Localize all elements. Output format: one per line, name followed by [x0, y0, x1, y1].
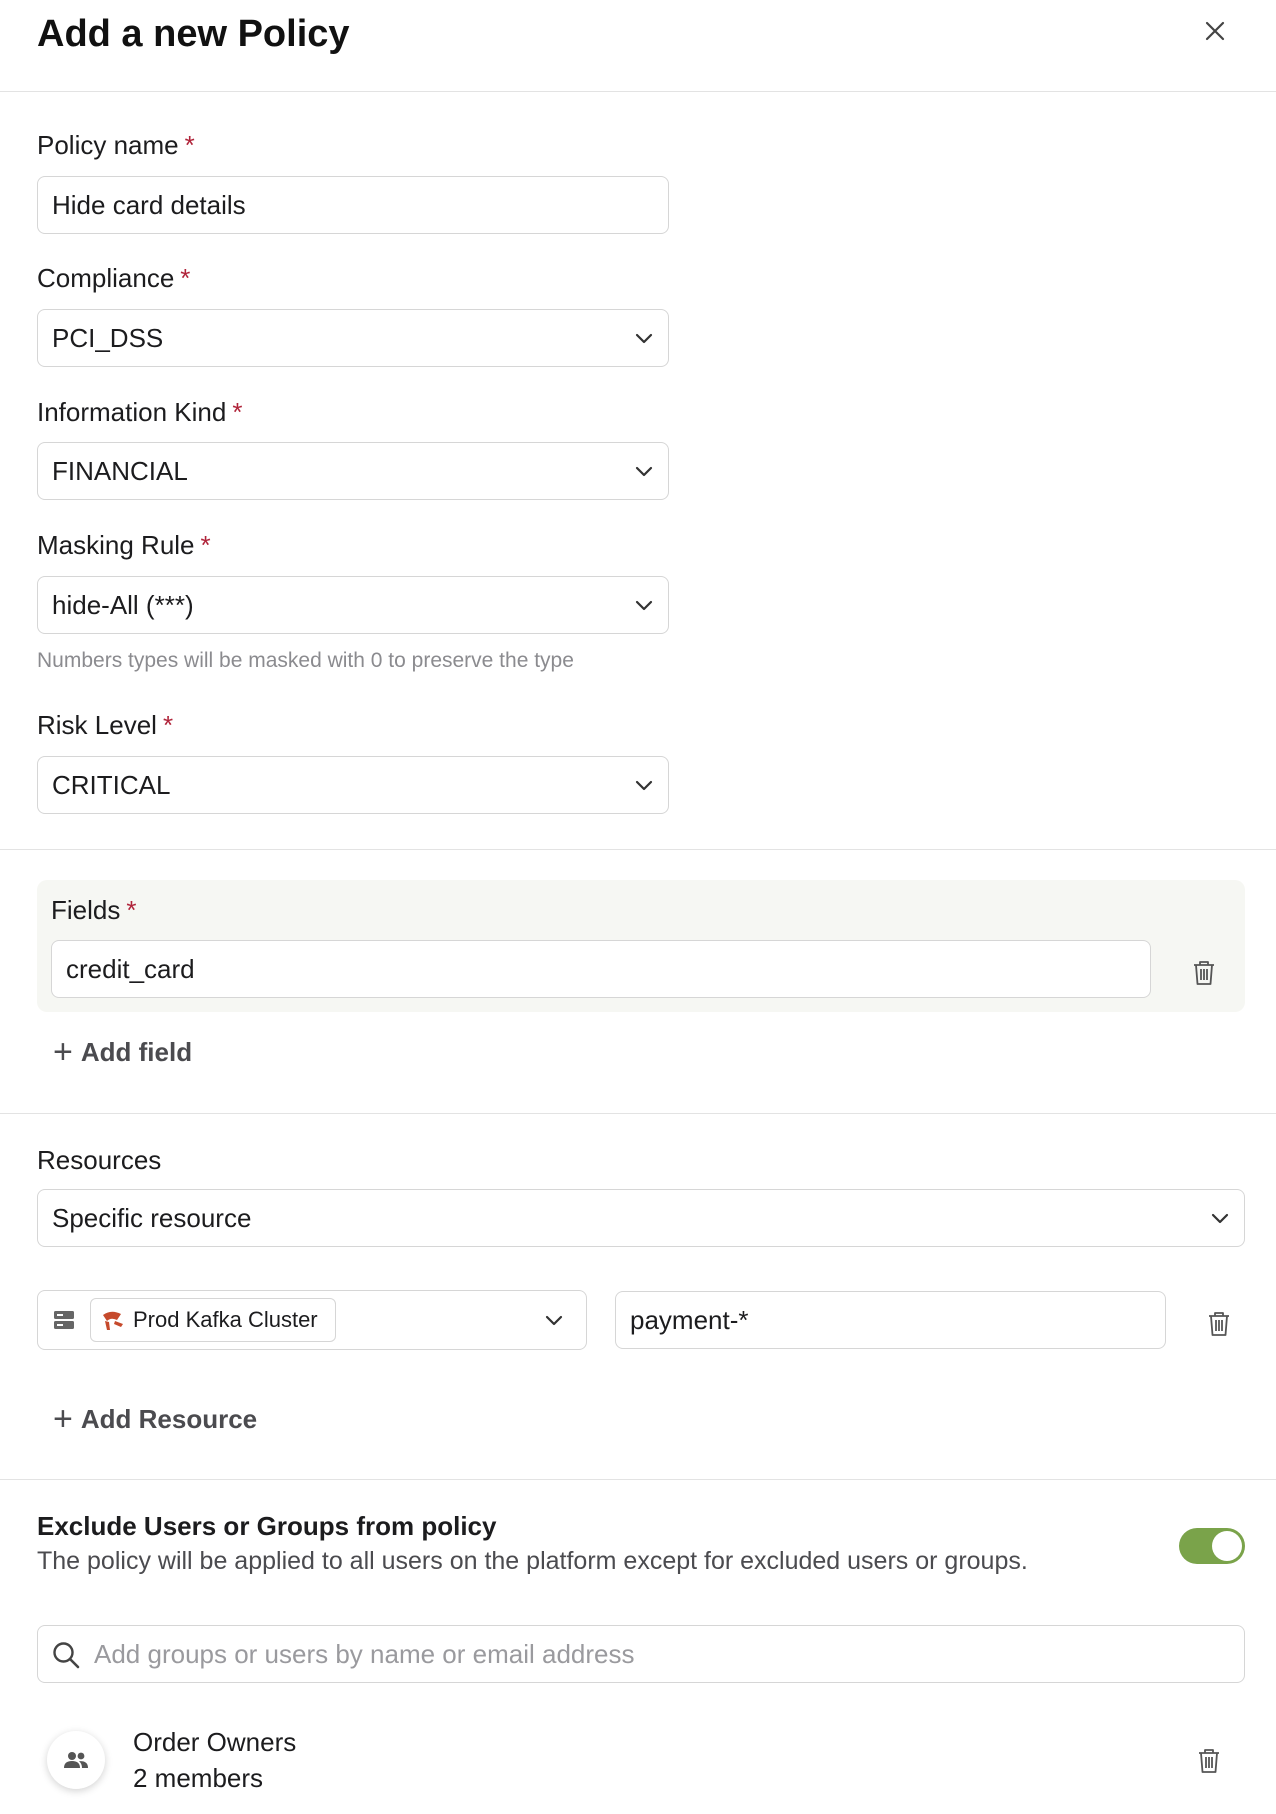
section-divider [0, 1113, 1276, 1114]
policy-name-input[interactable]: Hide card details [37, 176, 669, 234]
exclude-title: Exclude Users or Groups from policy [37, 1511, 497, 1541]
compliance-select[interactable]: PCI_DSS [37, 309, 669, 367]
trash-icon [1199, 1749, 1219, 1773]
resource-scope-select[interactable]: Specific resource [37, 1189, 1245, 1247]
delete-resource-button[interactable] [1206, 1310, 1232, 1338]
cluster-name: Prod Kafka Cluster [133, 1307, 318, 1332]
required-marker: * [232, 397, 243, 427]
field-input[interactable]: credit_card [51, 940, 1151, 998]
policy-name-label: Policy name * [37, 130, 195, 160]
required-marker: * [126, 895, 137, 925]
masking-rule-label: Masking Rule * [37, 530, 211, 560]
masking-rule-value: hide-All (***) [52, 589, 194, 620]
information-kind-value: FINANCIAL [52, 455, 188, 486]
close-icon [1205, 21, 1225, 41]
group-avatar [47, 1731, 105, 1789]
required-marker: * [180, 263, 191, 293]
resource-pattern-value: payment-* [630, 1304, 749, 1335]
masking-rule-hint: Numbers types will be masked with 0 to p… [37, 649, 574, 672]
required-marker: * [200, 530, 211, 560]
compliance-value: PCI_DSS [52, 322, 164, 353]
resource-scope-value: Specific resource [52, 1202, 252, 1233]
exclude-search-input[interactable] [94, 1626, 1234, 1682]
section-divider [0, 849, 1276, 850]
toggle-knob [1212, 1531, 1242, 1561]
compliance-label: Compliance * [37, 263, 191, 293]
trash-icon [1209, 1312, 1229, 1336]
chevron-down-icon [635, 333, 653, 344]
server-icon [54, 1311, 74, 1329]
group-member-count: 2 members [133, 1763, 264, 1793]
delete-group-button[interactable] [1196, 1747, 1222, 1775]
search-icon [53, 1642, 80, 1669]
exclude-search[interactable] [37, 1625, 1245, 1683]
risk-level-value: CRITICAL [52, 769, 171, 800]
field-value: credit_card [66, 953, 195, 984]
group-name: Order Owners [133, 1727, 297, 1757]
resources-label: Resources [37, 1145, 162, 1175]
dialog-header: Add a new Policy [0, 0, 1276, 92]
chevron-down-icon [635, 466, 653, 477]
information-kind-label: Information Kind * [37, 397, 243, 427]
chevron-down-icon [635, 600, 653, 611]
required-marker: * [162, 710, 174, 740]
chevron-down-icon [1211, 1213, 1229, 1224]
delete-field-button[interactable] [1191, 959, 1217, 987]
fields-label: Fields * [51, 895, 137, 925]
kafka-cluster-icon [103, 1311, 123, 1330]
trash-icon [1194, 961, 1214, 985]
required-marker: * [184, 130, 195, 160]
cluster-select[interactable]: Prod Kafka Cluster [37, 1290, 587, 1350]
risk-level-label: Risk Level * [37, 710, 174, 740]
resource-pattern-input[interactable]: payment-* [615, 1291, 1166, 1349]
exclude-toggle[interactable] [1179, 1528, 1245, 1564]
plus-icon: + [53, 1033, 73, 1071]
add-resource-button[interactable]: + Add Resource [53, 1402, 257, 1436]
plus-icon: + [53, 1400, 73, 1438]
chevron-down-icon [545, 1315, 563, 1326]
users-icon [64, 1752, 88, 1768]
policy-name-value: Hide card details [52, 189, 246, 220]
chevron-down-icon [635, 780, 653, 791]
information-kind-select[interactable]: FINANCIAL [37, 442, 669, 500]
add-field-button[interactable]: + Add field [53, 1035, 192, 1069]
close-button[interactable] [1198, 14, 1232, 48]
exclude-description: The policy will be applied to all users … [37, 1547, 1028, 1575]
section-divider [0, 1479, 1276, 1480]
masking-rule-select[interactable]: hide-All (***) [37, 576, 669, 634]
risk-level-select[interactable]: CRITICAL [37, 756, 669, 814]
cluster-chip[interactable]: Prod Kafka Cluster [90, 1298, 336, 1342]
dialog-title: Add a new Policy [37, 13, 350, 55]
